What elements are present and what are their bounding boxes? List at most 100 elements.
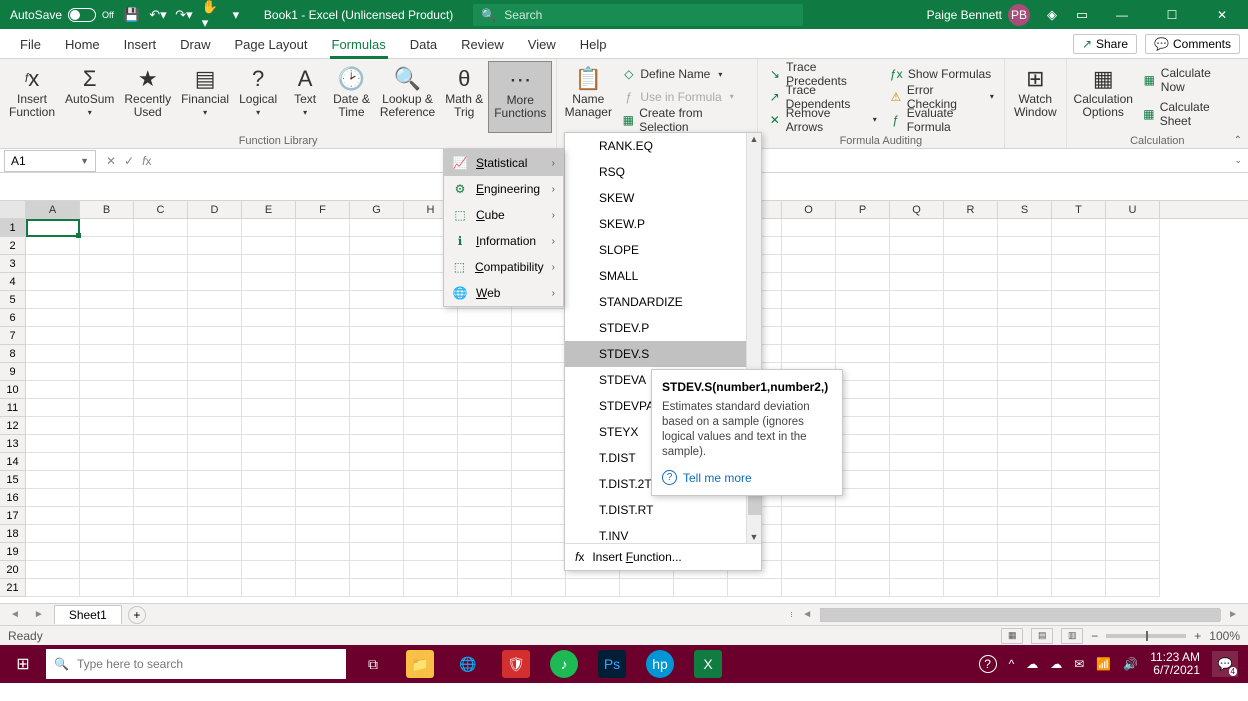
cell-S14[interactable] [998, 453, 1052, 471]
cell-S12[interactable] [998, 417, 1052, 435]
cell-C9[interactable] [134, 363, 188, 381]
col-G[interactable]: G [350, 201, 404, 218]
recently-used-button[interactable]: ★Recently Used [119, 61, 176, 133]
cell-F2[interactable] [296, 237, 350, 255]
task-view-icon[interactable]: ⧉ [360, 651, 386, 677]
cell-A10[interactable] [26, 381, 80, 399]
autosave-toggle[interactable]: AutoSave Off [10, 8, 114, 22]
cell-U7[interactable] [1106, 327, 1160, 345]
cell-B10[interactable] [80, 381, 134, 399]
normal-view-button[interactable]: ▦ [1001, 628, 1023, 644]
cell-T1[interactable] [1052, 219, 1106, 237]
row-14[interactable]: 14 [0, 453, 26, 471]
cell-T5[interactable] [1052, 291, 1106, 309]
cell-E6[interactable] [242, 309, 296, 327]
onedrive-tray-icon[interactable]: ☁ [1026, 657, 1038, 671]
cell-D17[interactable] [188, 507, 242, 525]
cell-A11[interactable] [26, 399, 80, 417]
cell-G7[interactable] [350, 327, 404, 345]
cell-D9[interactable] [188, 363, 242, 381]
cell-J18[interactable] [512, 525, 566, 543]
cell-U11[interactable] [1106, 399, 1160, 417]
insert-function-menu-item[interactable]: fxInsert Function... [565, 543, 761, 570]
save-icon[interactable]: 💾 [124, 7, 140, 23]
cell-U14[interactable] [1106, 453, 1160, 471]
cell-B21[interactable] [80, 579, 134, 597]
cell-D2[interactable] [188, 237, 242, 255]
cell-A9[interactable] [26, 363, 80, 381]
cell-Q2[interactable] [890, 237, 944, 255]
cell-F13[interactable] [296, 435, 350, 453]
col-B[interactable]: B [80, 201, 134, 218]
cell-T4[interactable] [1052, 273, 1106, 291]
cell-D4[interactable] [188, 273, 242, 291]
fn-RSQ[interactable]: RSQ [565, 159, 761, 185]
row-2[interactable]: 2 [0, 237, 26, 255]
collapse-ribbon-icon[interactable]: ⌃ [1234, 135, 1242, 146]
cell-A8[interactable] [26, 345, 80, 363]
fn-RANK-EQ[interactable]: RANK.EQ [565, 133, 761, 159]
define-name-button[interactable]: ◇Define Name ▾ [619, 63, 748, 85]
cell-R18[interactable] [944, 525, 998, 543]
cell-D7[interactable] [188, 327, 242, 345]
cell-C15[interactable] [134, 471, 188, 489]
cell-G16[interactable] [350, 489, 404, 507]
cell-S15[interactable] [998, 471, 1052, 489]
expand-formula-bar-icon[interactable]: ⌄ [1228, 155, 1248, 166]
cell-T10[interactable] [1052, 381, 1106, 399]
notifications-button[interactable]: 💬4 [1212, 651, 1238, 677]
fx-icon[interactable]: fx [142, 154, 151, 168]
cell-S6[interactable] [998, 309, 1052, 327]
cell-A1[interactable] [26, 219, 80, 237]
cell-S19[interactable] [998, 543, 1052, 561]
cell-J14[interactable] [512, 453, 566, 471]
row-3[interactable]: 3 [0, 255, 26, 273]
cell-B3[interactable] [80, 255, 134, 273]
cell-T14[interactable] [1052, 453, 1106, 471]
cell-I17[interactable] [458, 507, 512, 525]
cell-T11[interactable] [1052, 399, 1106, 417]
cell-D16[interactable] [188, 489, 242, 507]
fn-STDEV-P[interactable]: STDEV.P [565, 315, 761, 341]
page-layout-view-button[interactable]: ▤ [1031, 628, 1053, 644]
mail-tray-icon[interactable]: ✉ [1074, 657, 1084, 671]
cell-G18[interactable] [350, 525, 404, 543]
cell-P4[interactable] [836, 273, 890, 291]
tab-file[interactable]: File [8, 31, 53, 58]
cell-H6[interactable] [404, 309, 458, 327]
cell-F4[interactable] [296, 273, 350, 291]
cell-B2[interactable] [80, 237, 134, 255]
user-account[interactable]: Paige Bennett PB [927, 4, 1030, 26]
col-A[interactable]: A [26, 201, 80, 218]
cell-N21[interactable] [728, 579, 782, 597]
cell-J17[interactable] [512, 507, 566, 525]
cell-I16[interactable] [458, 489, 512, 507]
cell-U19[interactable] [1106, 543, 1160, 561]
cell-E17[interactable] [242, 507, 296, 525]
cell-J16[interactable] [512, 489, 566, 507]
cell-U1[interactable] [1106, 219, 1160, 237]
cell-O1[interactable] [782, 219, 836, 237]
scroll-down-icon[interactable]: ▼ [750, 531, 759, 543]
cell-A17[interactable] [26, 507, 80, 525]
text-button[interactable]: AText▾ [282, 61, 328, 133]
cell-S18[interactable] [998, 525, 1052, 543]
cell-R10[interactable] [944, 381, 998, 399]
fn-SLOPE[interactable]: SLOPE [565, 237, 761, 263]
row-12[interactable]: 12 [0, 417, 26, 435]
col-O[interactable]: O [782, 201, 836, 218]
cell-S3[interactable] [998, 255, 1052, 273]
cell-D8[interactable] [188, 345, 242, 363]
cell-R8[interactable] [944, 345, 998, 363]
cell-B15[interactable] [80, 471, 134, 489]
sheet-nav-prev[interactable]: ◄ [6, 609, 24, 620]
cell-F16[interactable] [296, 489, 350, 507]
cell-Q6[interactable] [890, 309, 944, 327]
cell-F19[interactable] [296, 543, 350, 561]
lookup-button[interactable]: 🔍Lookup & Reference [375, 61, 440, 133]
cell-S7[interactable] [998, 327, 1052, 345]
col-Q[interactable]: Q [890, 201, 944, 218]
calculation-options-button[interactable]: ▦Calculation Options [1071, 61, 1136, 133]
cell-S5[interactable] [998, 291, 1052, 309]
menu-web[interactable]: 🌐Web› [444, 280, 563, 306]
